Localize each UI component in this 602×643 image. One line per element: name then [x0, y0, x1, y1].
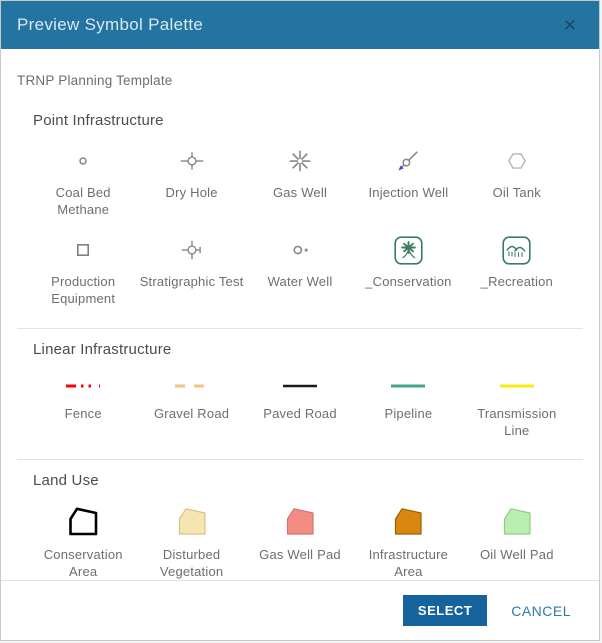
oil-tank-icon [504, 143, 530, 179]
symbol-item-conservation: _Conservation [354, 232, 462, 307]
line-symbol-grid: Fence Gravel Road Paved Road Pipeline Transm… [29, 372, 571, 439]
fence-line-icon [61, 372, 105, 400]
infrastructure-area-polygon-icon [390, 503, 426, 541]
conservation-stamp-icon [394, 232, 423, 268]
template-name: TRNP Planning Template [17, 73, 583, 88]
disturbed-vegetation-polygon-icon [174, 503, 210, 541]
symbol-item-gravel-road: Gravel Road [137, 372, 245, 439]
pipeline-line-icon [386, 372, 430, 400]
coal-bed-methane-icon [71, 143, 95, 179]
symbol-item-fence: Fence [29, 372, 137, 439]
symbol-item-gas-well-pad: Gas Well Pad [246, 503, 354, 580]
section-title-linear-infrastructure: Linear Infrastructure [33, 341, 583, 358]
symbol-item-recreation: _Recreation [463, 232, 571, 307]
symbol-item-dry-hole: Dry Hole [137, 143, 245, 218]
symbol-label: Fence [65, 405, 102, 422]
injection-well-icon [395, 143, 421, 179]
conservation-area-polygon-icon [65, 503, 101, 541]
gas-well-icon [287, 143, 313, 179]
symbol-item-pipeline: Pipeline [354, 372, 462, 439]
symbol-item-conservation-area: Conservation Area [29, 503, 137, 580]
symbol-label: _Recreation [481, 273, 553, 290]
section-divider [17, 459, 583, 460]
symbol-label: Gas Well [273, 184, 327, 201]
symbol-item-oil-well-pad: Oil Well Pad [463, 503, 571, 580]
symbol-item-coal-bed-methane: Coal Bed Methane [29, 143, 137, 218]
symbol-label: Paved Road [263, 405, 337, 422]
symbol-label: Gravel Road [154, 405, 229, 422]
close-icon[interactable]: ✕ [559, 13, 581, 38]
symbol-label: Gas Well Pad [259, 546, 341, 563]
point-symbol-grid: Coal Bed Methane Dry Hole Gas Well Injectio… [29, 143, 571, 308]
transmission-line-icon [495, 372, 539, 400]
symbol-label: Water Well [268, 273, 333, 290]
dialog-footer: SELECT CANCEL [1, 580, 599, 640]
symbol-item-infrastructure-area: Infrastructure Area [354, 503, 462, 580]
symbol-item-stratigraphic-test: Stratigraphic Test [137, 232, 245, 307]
production-equipment-icon [71, 232, 95, 268]
symbol-label: Production Equipment [31, 273, 135, 307]
stratigraphic-test-icon [179, 232, 205, 268]
symbol-label: Infrastructure Area [356, 546, 460, 580]
symbol-label: Transmission Line [465, 405, 569, 439]
preview-symbol-palette-dialog: Preview Symbol Palette ✕ TRNP Planning T… [0, 0, 600, 641]
symbol-label: Pipeline [384, 405, 432, 422]
symbol-label: Coal Bed Methane [31, 184, 135, 218]
cancel-button[interactable]: CANCEL [511, 603, 571, 619]
symbol-label: Oil Well Pad [480, 546, 554, 563]
water-well-icon [287, 232, 313, 268]
dialog-title: Preview Symbol Palette [17, 15, 203, 35]
symbol-label: Stratigraphic Test [140, 273, 244, 290]
dialog-body: TRNP Planning Template Point Infrastruct… [1, 49, 599, 580]
symbol-label: Injection Well [368, 184, 448, 201]
symbol-item-production-equipment: Production Equipment [29, 232, 137, 307]
symbol-label: Conservation Area [31, 546, 135, 580]
section-title-point-infrastructure: Point Infrastructure [33, 112, 583, 129]
section-divider [17, 328, 583, 329]
symbol-item-water-well: Water Well [246, 232, 354, 307]
symbol-item-paved-road: Paved Road [246, 372, 354, 439]
symbol-item-disturbed-vegetation: Disturbed Vegetation [137, 503, 245, 580]
oil-well-pad-polygon-icon [499, 503, 535, 541]
section-title-land-use: Land Use [33, 472, 583, 489]
symbol-item-transmission-line: Transmission Line [463, 372, 571, 439]
symbol-item-injection-well: Injection Well [354, 143, 462, 218]
dialog-header: Preview Symbol Palette ✕ [1, 1, 599, 49]
dry-hole-icon [179, 143, 205, 179]
polygon-symbol-grid: Conservation AreaDisturbed Vegetation Gas… [29, 503, 571, 580]
gas-well-pad-polygon-icon [282, 503, 318, 541]
symbol-label: _Conservation [365, 273, 451, 290]
symbol-label: Dry Hole [166, 184, 218, 201]
symbol-label: Oil Tank [493, 184, 541, 201]
paved-road-line-icon [278, 372, 322, 400]
select-button[interactable]: SELECT [403, 595, 487, 626]
recreation-stamp-icon [502, 232, 531, 268]
gravel-road-line-icon [170, 372, 214, 400]
symbol-label: Disturbed Vegetation [140, 546, 244, 580]
symbol-item-oil-tank: Oil Tank [463, 143, 571, 218]
symbol-item-gas-well: Gas Well [246, 143, 354, 218]
